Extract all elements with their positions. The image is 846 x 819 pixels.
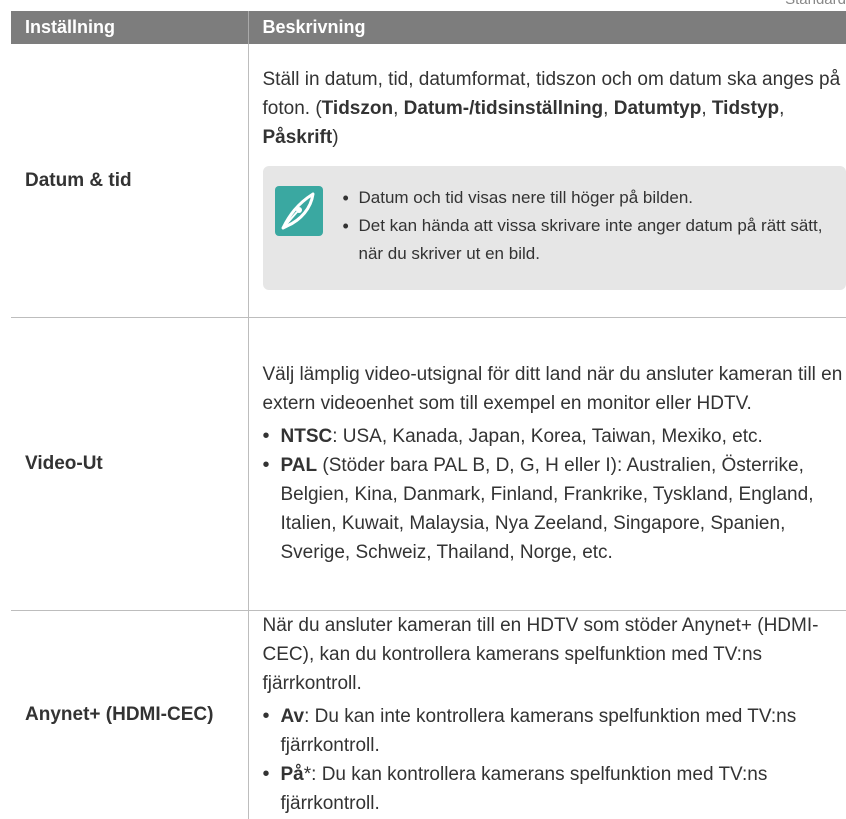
list-item: NTSC: USA, Kanada, Japan, Korea, Taiwan,… <box>263 422 846 451</box>
note-list: Datum och tid visas nere till höger på b… <box>343 184 846 268</box>
list-item: PAL (Stöder bara PAL B, D, G, H eller I)… <box>263 451 846 567</box>
corner-label: Standard <box>785 0 846 8</box>
setting-name: Video-Ut <box>11 317 248 610</box>
header-description: Beskrivning <box>248 11 846 44</box>
option-list: NTSC: USA, Kanada, Japan, Korea, Taiwan,… <box>263 422 846 567</box>
pen-note-icon <box>275 186 323 236</box>
settings-table: Inställning Beskrivning Datum & tid Stäl… <box>11 11 846 819</box>
description-paragraph: Välj lämplig video-utsignal för ditt lan… <box>263 360 846 418</box>
table-row: Anynet+ (HDMI-CEC) När du ansluter kamer… <box>11 610 846 819</box>
table-row: Datum & tid Ställ in datum, tid, datumfo… <box>11 44 846 317</box>
setting-name: Anynet+ (HDMI-CEC) <box>11 610 248 819</box>
note-box: Datum och tid visas nere till höger på b… <box>263 166 846 290</box>
note-item: Datum och tid visas nere till höger på b… <box>343 184 846 212</box>
table-row: Video-Ut Välj lämplig video-utsignal för… <box>11 317 846 610</box>
description-paragraph: Ställ in datum, tid, datumformat, tidszo… <box>263 57 846 152</box>
note-item: Det kan hända att vissa skrivare inte an… <box>343 212 846 268</box>
list-item: På*: Du kan kontrollera kamerans spelfun… <box>263 760 846 818</box>
setting-description: När du ansluter kameran till en HDTV som… <box>248 610 846 819</box>
description-paragraph: När du ansluter kameran till en HDTV som… <box>263 611 846 698</box>
list-item: Av: Du kan inte kontrollera kamerans spe… <box>263 702 846 760</box>
setting-description: Välj lämplig video-utsignal för ditt lan… <box>248 317 846 610</box>
setting-name: Datum & tid <box>11 44 248 317</box>
table-header-row: Inställning Beskrivning <box>11 11 846 44</box>
header-setting: Inställning <box>11 11 248 44</box>
setting-description: Ställ in datum, tid, datumformat, tidszo… <box>248 44 846 317</box>
